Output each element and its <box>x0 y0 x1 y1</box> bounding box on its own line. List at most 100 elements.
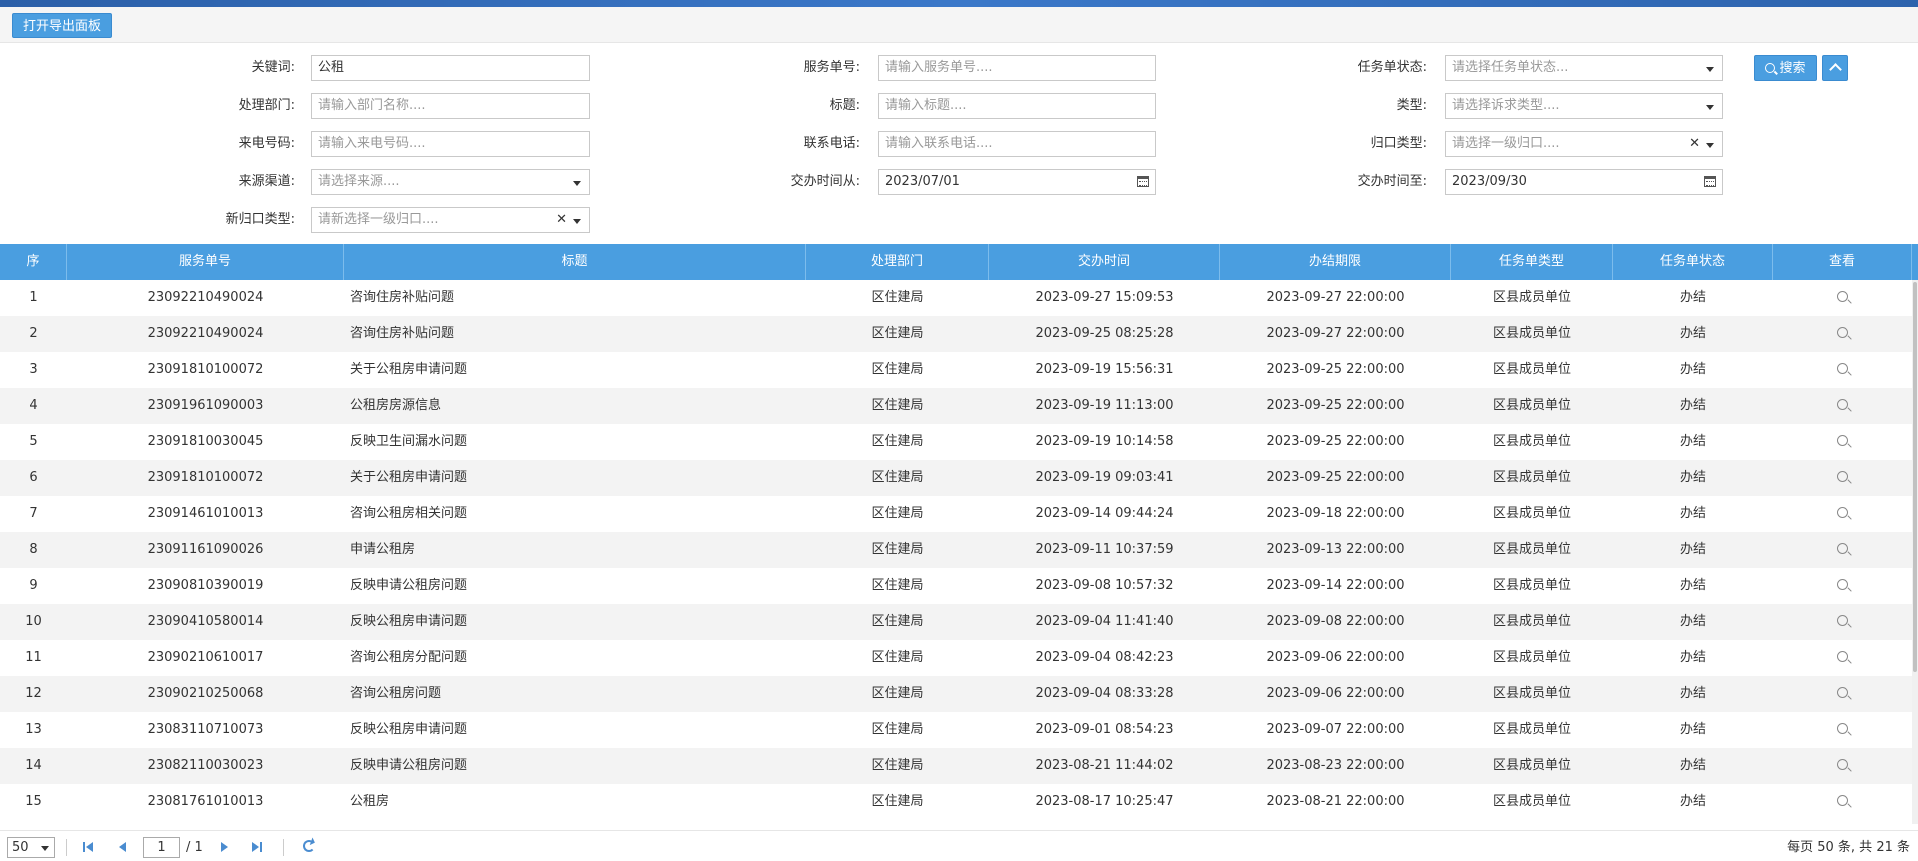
view-icon[interactable] <box>1837 399 1848 410</box>
col-header-view[interactable]: 查看 <box>1773 244 1912 280</box>
col-header-seq[interactable]: 序 <box>0 244 67 280</box>
assigned-time-cell: 2023-08-17 10:25:47 <box>1035 794 1174 809</box>
task-status-cell: 办结 <box>1679 722 1706 737</box>
table-row[interactable]: 3 23091810100072 关于公租房申请问题 区住建局 2023-09-19 1… <box>0 352 1912 388</box>
table-row[interactable]: 4 23091961090003 公租房房源信息 区住建局 2023-09-19 11:… <box>0 388 1912 424</box>
task-status-select[interactable]: 请选择任务单状态... <box>1445 55 1723 81</box>
next-page-icon[interactable] <box>218 840 232 854</box>
scrollbar-thumb[interactable] <box>1913 282 1917 672</box>
open-export-panel-button[interactable]: 打开导出面板 <box>12 13 113 38</box>
date-from-input[interactable]: 2023/07/01 <box>878 169 1156 195</box>
view-icon[interactable] <box>1837 507 1848 518</box>
first-page-icon[interactable] <box>82 840 96 854</box>
view-icon[interactable] <box>1837 471 1848 482</box>
table-row[interactable]: 5 23091810030045 反映卫生间漏水问题 区住建局 2023-09-19 1… <box>0 424 1912 460</box>
clear-icon[interactable]: ✕ <box>1689 132 1700 156</box>
view-icon[interactable] <box>1837 435 1848 446</box>
date-to-input[interactable]: 2023/09/30 <box>1445 169 1723 195</box>
view-icon[interactable] <box>1837 759 1848 770</box>
view-cell <box>1773 424 1912 460</box>
dept-input[interactable]: 请输入部门名称.... <box>311 93 590 119</box>
task-type-cell: 区县成员单位 <box>1492 722 1571 737</box>
col-header-title[interactable]: 标题 <box>344 244 806 280</box>
col-header-task-type[interactable]: 任务单类型 <box>1451 244 1613 280</box>
chevron-down-icon <box>573 219 581 224</box>
view-icon[interactable] <box>1837 723 1848 734</box>
caller-input[interactable]: 请输入来电号码.... <box>311 131 590 157</box>
deadline-cell: 2023-09-14 22:00:00 <box>1266 578 1405 593</box>
type-select[interactable]: 请选择诉求类型.... <box>1445 93 1723 119</box>
type-placeholder: 请选择诉求类型.... <box>1452 98 1560 113</box>
table-row[interactable]: 10 23090410580014 反映公租房申请问题 区住建局 2023-09-04 … <box>0 604 1912 640</box>
view-icon[interactable] <box>1837 651 1848 662</box>
service-no-cell: 23090810390019 <box>147 578 264 593</box>
collapse-button[interactable] <box>1822 55 1848 81</box>
page-number-input[interactable]: 1 <box>143 837 180 858</box>
title-cell: 咨询公租房问题 <box>350 686 442 701</box>
task-type-cell: 区县成员单位 <box>1492 434 1571 449</box>
page-size-select[interactable]: 50 <box>7 837 55 858</box>
table-row[interactable]: 1 23092210490024 咨询住房补贴问题 区住建局 2023-09-27 15… <box>0 280 1912 316</box>
view-icon[interactable] <box>1837 687 1848 698</box>
title-input[interactable]: 请输入标题.... <box>878 93 1156 119</box>
col-header-service-no[interactable]: 服务单号 <box>67 244 344 280</box>
deadline-cell: 2023-09-27 22:00:00 <box>1266 290 1405 305</box>
table-row[interactable]: 7 23091461010013 咨询公租房相关问题 区住建局 2023-09-14 0… <box>0 496 1912 532</box>
view-icon[interactable] <box>1837 579 1848 590</box>
table-row[interactable]: 12 23090210250068 咨询公租房问题 区住建局 2023-09-04 08… <box>0 676 1912 712</box>
table-row[interactable]: 15 23081761010013 公租房 区住建局 2023-08-17 10:25:… <box>0 784 1912 820</box>
title-cell: 反映公租房申请问题 <box>350 722 468 737</box>
search-button[interactable]: 搜索 <box>1754 55 1817 81</box>
deadline-cell: 2023-09-27 22:00:00 <box>1266 326 1405 341</box>
table-row[interactable]: 2 23092210490024 咨询住房补贴问题 区住建局 2023-09-25 08… <box>0 316 1912 352</box>
clear-icon[interactable]: ✕ <box>556 208 567 232</box>
table-row[interactable]: 9 23090810390019 反映申请公租房问题 区住建局 2023-09-08 1… <box>0 568 1912 604</box>
task-status-cell: 办结 <box>1679 506 1706 521</box>
divider <box>283 839 284 856</box>
view-cell <box>1773 568 1912 604</box>
view-icon[interactable] <box>1837 615 1848 626</box>
phone-input[interactable]: 请输入联系电话.... <box>878 131 1156 157</box>
window-title-bar <box>0 0 1918 7</box>
calendar-icon[interactable] <box>1704 176 1716 187</box>
table-row[interactable]: 13 23083110710073 反映公租房申请问题 区住建局 2023-09-01 … <box>0 712 1912 748</box>
col-header-assigned-time[interactable]: 交办时间 <box>989 244 1220 280</box>
results-table: 序服务单号 标题 处理部门 交办时间 办结期限 任务单类型 任务单状态 查看 1 2309221… <box>0 244 1918 824</box>
assigned-time-cell: 2023-09-04 08:33:28 <box>1035 686 1174 701</box>
table-row[interactable]: 14 23082110030023 反映申请公租房问题 区住建局 2023-08-21 … <box>0 748 1912 784</box>
category-select[interactable]: 请选择一级归口.... ✕ <box>1445 131 1723 157</box>
assigned-time-cell: 2023-09-19 15:56:31 <box>1035 362 1174 377</box>
view-icon[interactable] <box>1837 795 1848 806</box>
task-type-cell: 区县成员单位 <box>1492 686 1571 701</box>
task-status-cell: 办结 <box>1679 614 1706 629</box>
task-status-cell: 办结 <box>1679 650 1706 665</box>
table-row[interactable]: 8 23091161090026 申请公租房 区住建局 2023-09-11 10:37… <box>0 532 1912 568</box>
new-category-select[interactable]: 请新选择一级归口.... ✕ <box>311 207 590 233</box>
last-page-icon[interactable] <box>250 840 264 854</box>
table-row[interactable]: 6 23091810100072 关于公租房申请问题 区住建局 2023-09-19 0… <box>0 460 1912 496</box>
view-icon[interactable] <box>1837 543 1848 554</box>
table-row[interactable]: 11 23090210610017 咨询公租房分配问题 区住建局 2023-09-04 … <box>0 640 1912 676</box>
title-cell: 反映申请公租房问题 <box>350 758 468 773</box>
source-placeholder: 请选择来源.... <box>318 174 400 189</box>
toolbar: 打开导出面板 <box>0 7 1918 43</box>
seq-cell: 14 <box>25 758 42 773</box>
keyword-input[interactable]: 公租 <box>311 55 590 81</box>
service-no-input[interactable]: 请输入服务单号.... <box>878 55 1156 81</box>
view-icon[interactable] <box>1837 291 1848 302</box>
refresh-icon[interactable] <box>303 840 315 852</box>
task-type-cell: 区县成员单位 <box>1492 470 1571 485</box>
view-icon[interactable] <box>1837 327 1848 338</box>
title-cell: 反映申请公租房问题 <box>350 578 468 593</box>
assigned-time-cell: 2023-09-25 08:25:28 <box>1035 326 1174 341</box>
calendar-icon[interactable] <box>1137 176 1149 187</box>
table-header: 序服务单号 标题 处理部门 交办时间 办结期限 任务单类型 任务单状态 查看 <box>0 244 1918 280</box>
prev-page-icon[interactable] <box>116 840 130 854</box>
col-header-deadline[interactable]: 办结期限 <box>1220 244 1451 280</box>
source-select[interactable]: 请选择来源.... <box>311 169 590 195</box>
view-icon[interactable] <box>1837 363 1848 374</box>
col-header-task-status[interactable]: 任务单状态 <box>1613 244 1773 280</box>
assigned-time-cell: 2023-09-19 11:13:00 <box>1035 398 1174 413</box>
chevron-down-icon <box>573 181 581 186</box>
col-header-dept[interactable]: 处理部门 <box>806 244 989 280</box>
